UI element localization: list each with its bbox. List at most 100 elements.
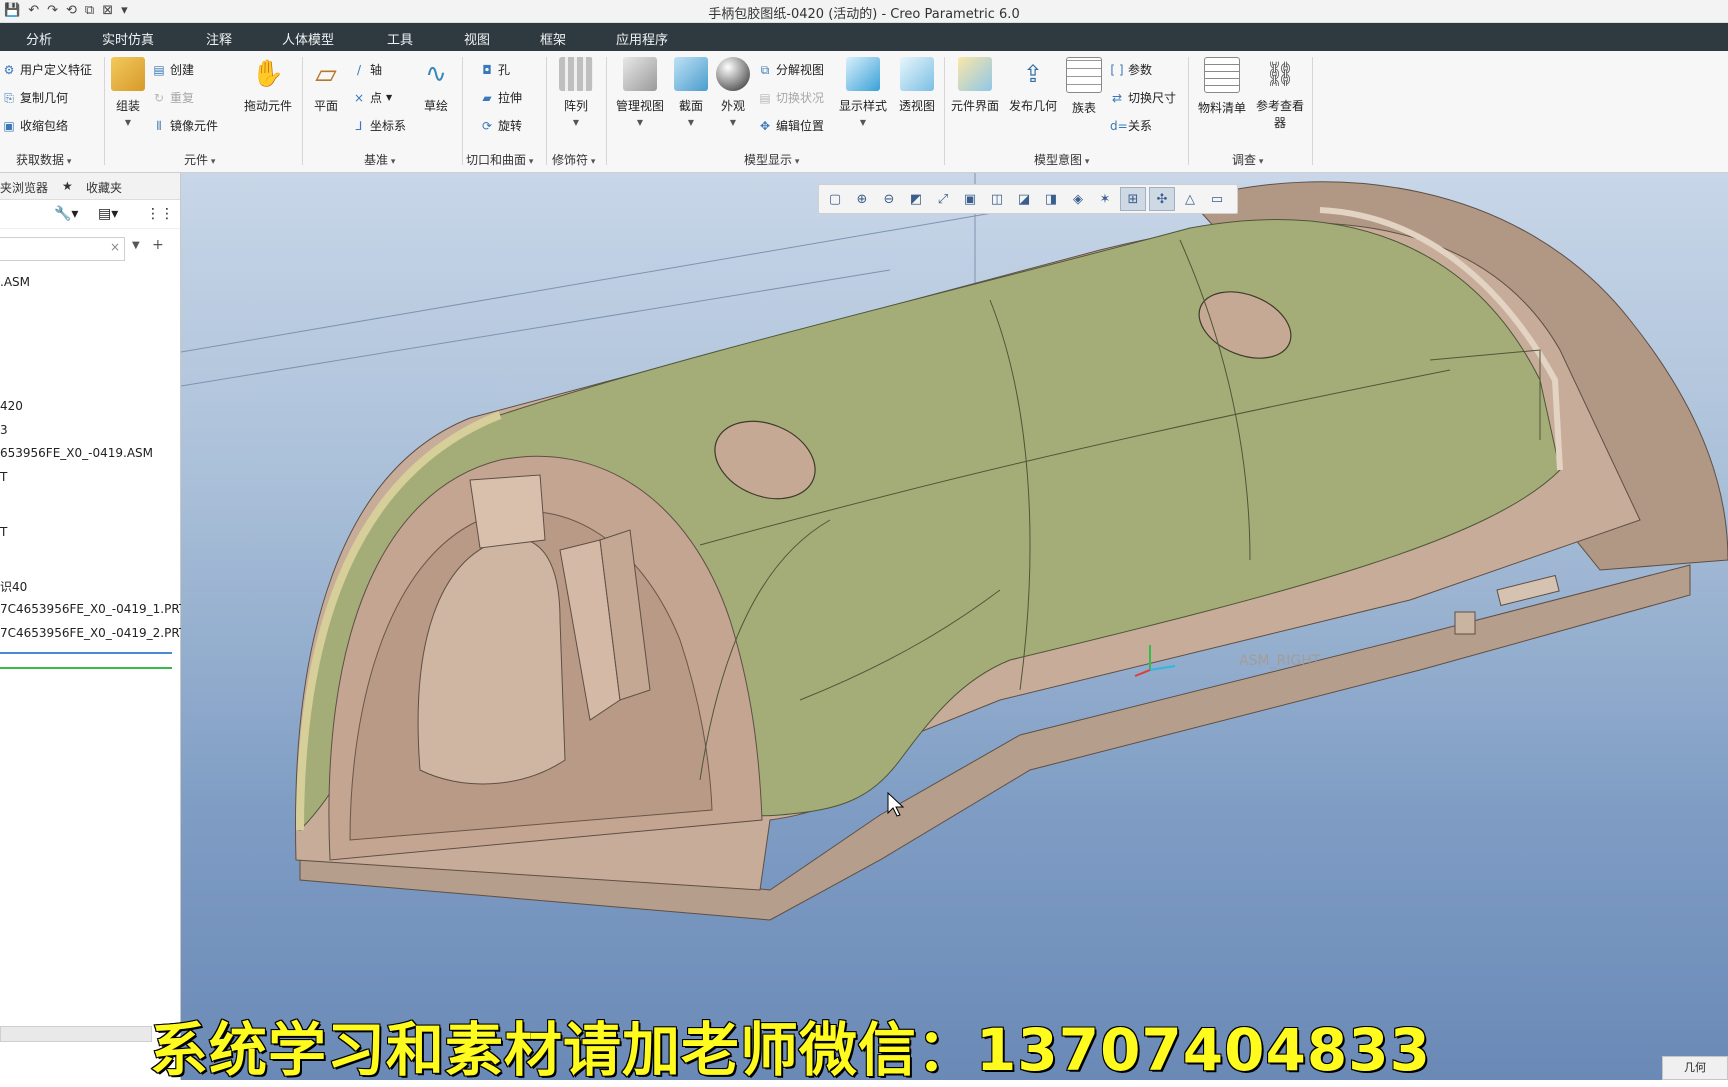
axis-button[interactable]: / 轴 <box>352 61 382 78</box>
display-style-button[interactable]: 显示样式 ▼ <box>836 57 890 127</box>
add-icon[interactable]: + <box>152 237 164 253</box>
render-icon[interactable]: ▭ <box>1205 188 1229 210</box>
horizontal-scrollbar[interactable] <box>0 1026 152 1042</box>
group-label-cut-surface[interactable]: 切口和曲面 <box>466 151 533 168</box>
switch-dimensions-button[interactable]: ⇄ 切换尺寸 <box>1110 89 1176 106</box>
zoom-out-icon[interactable]: ⊖ <box>877 188 901 210</box>
copy-geometry-button[interactable]: ⎘ 复制几何 <box>2 89 68 106</box>
datum-label: ASM_RIGHT <box>1239 653 1321 669</box>
tree-item-part-1[interactable]: 7C4653956FE_X0_-0419_1.PRT <box>0 602 186 616</box>
point-button[interactable]: × 点 ▼ <box>352 89 392 106</box>
tree-filters-icon[interactable]: ⋮⋮ <box>146 206 174 222</box>
group-label-modifiers[interactable]: 修饰符 <box>552 151 595 168</box>
clear-icon[interactable]: × <box>110 240 120 254</box>
group-label-model-display[interactable]: 模型显示 <box>744 151 799 168</box>
window-title: 手柄包胶图纸-0420 (活动的) - Creo Parametric 6.0 <box>708 7 1020 22</box>
tab-manikin[interactable]: 人体模型 <box>282 29 334 48</box>
bom-button[interactable]: 物料清单 <box>1194 57 1250 116</box>
show-icon[interactable]: ▤▾ <box>98 206 118 222</box>
shrinkwrap-icon: ▣ <box>3 118 15 133</box>
repaint-icon[interactable]: ◩ <box>904 188 928 210</box>
favorites-icon: ★ <box>62 179 73 193</box>
title-bar: 💾 ↶ ↷ ⟲ ⧉ ⊠ ▾ 手柄包胶图纸-0420 (活动的) - Creo P… <box>0 0 1728 23</box>
appearance-button[interactable]: 外观 ▼ <box>714 57 752 127</box>
tab-analysis[interactable]: 分析 <box>26 29 52 48</box>
sketch-button[interactable]: ∿ 草绘 <box>418 57 454 114</box>
section-button[interactable]: 截面 ▼ <box>672 57 710 127</box>
tree-item-asm[interactable]: .ASM <box>0 275 30 289</box>
point-display-icon[interactable]: △ <box>1178 188 1202 210</box>
group-label-component[interactable]: 元件 <box>184 151 215 168</box>
tab-favorites[interactable]: 收藏夹 <box>86 179 122 196</box>
tab-annotate[interactable]: 注释 <box>206 29 232 48</box>
perspective-button[interactable]: 透视图 <box>894 57 940 114</box>
view-normal-icon[interactable]: ▣ <box>958 188 982 210</box>
mirror-component-button[interactable]: ⫴ 镜像元件 <box>152 117 218 134</box>
tab-view[interactable]: 视图 <box>464 29 490 48</box>
repeat-button[interactable]: ↻ 重复 <box>152 89 194 106</box>
tree-item[interactable]: 420 <box>0 399 23 413</box>
csys-button[interactable]: ⅃ 坐标系 <box>352 117 406 134</box>
shrinkwrap-button[interactable]: ▣ 收缩包络 <box>2 117 68 134</box>
plane-icon: ▱ <box>315 57 337 90</box>
toggle-status-button[interactable]: ▤ 切换状况 <box>758 89 824 106</box>
group-label-get-data[interactable]: 获取数据 <box>16 151 71 168</box>
reference-viewer-button[interactable]: ⛓ 参考查看器 <box>1254 57 1306 131</box>
plane-button[interactable]: ▱ 平面 <box>308 57 344 114</box>
model-render <box>181 173 1728 921</box>
tree-item[interactable]: 识40 <box>0 578 27 595</box>
parameters-button[interactable]: [ ] 参数 <box>1110 61 1152 78</box>
explode-view-button[interactable]: ⧉ 分解视图 <box>758 61 824 78</box>
tab-applications[interactable]: 应用程序 <box>616 29 668 48</box>
hole-button[interactable]: ◘ 孔 <box>480 61 510 78</box>
insert-indicator <box>0 652 172 654</box>
manage-views-button[interactable]: 管理视图 ▼ <box>612 57 668 127</box>
tab-folder-browser[interactable]: 夹浏览器 <box>0 179 48 196</box>
udf-button[interactable]: ⚙ 用户定义特征 <box>2 61 92 78</box>
group-label-investigate[interactable]: 调查 <box>1232 151 1263 168</box>
tree-item-part-2[interactable]: 7C4653956FE_X0_-0419_2.PRT <box>0 626 186 640</box>
tree-item[interactable]: 3 <box>0 423 8 437</box>
switch-dimensions-icon: ⇄ <box>1111 90 1123 105</box>
zoom-in-icon[interactable]: ⊕ <box>850 188 874 210</box>
insert-here-line[interactable] <box>0 667 172 669</box>
tab-tools[interactable]: 工具 <box>387 29 413 48</box>
relations-button[interactable]: d= 关系 <box>1110 117 1152 134</box>
group-label-datum[interactable]: 基准 <box>364 151 395 168</box>
datum-display-icon[interactable]: ✶ <box>1093 188 1117 210</box>
csys-display-icon[interactable]: ✣ <box>1149 187 1175 211</box>
drag-component-button[interactable]: ✋ 拖动元件 <box>240 57 296 114</box>
create-button[interactable]: ▤ 创建 <box>152 61 194 78</box>
search-dropdown-icon[interactable]: ▼ <box>132 240 140 251</box>
tree-item[interactable]: T <box>0 470 7 484</box>
refit-icon[interactable]: ▢ <box>823 188 847 210</box>
extrude-button[interactable]: ▰ 拉伸 <box>480 89 522 106</box>
navigator-search-input[interactable]: × <box>0 237 125 261</box>
create-icon: ▤ <box>153 62 165 77</box>
graphics-window[interactable]: ASM_RIGHT <box>181 173 1728 1080</box>
display-style-icon <box>846 57 880 91</box>
section-icon <box>674 57 708 91</box>
edit-position-button[interactable]: ✥ 编辑位置 <box>758 117 824 134</box>
family-table-button[interactable]: 族表 <box>1064 57 1104 116</box>
saved-views-icon[interactable]: ◫ <box>985 188 1009 210</box>
assemble-button[interactable]: 组装 ▼ <box>108 57 148 127</box>
navigator-panel: 夹浏览器 ★ 收藏夹 🔧▾ ▤▾ ⋮⋮ × ▼ + .ASM 420 3 653… <box>0 173 186 1080</box>
pattern-button[interactable]: 阵列 ▼ <box>558 57 594 127</box>
view-manager-icon[interactable]: ◨ <box>1039 188 1063 210</box>
hole-icon: ◘ <box>482 62 492 77</box>
display-style-icon[interactable]: ◪ <box>1012 188 1036 210</box>
revolve-button[interactable]: ⟳ 旋转 <box>480 117 522 134</box>
tree-item[interactable]: T <box>0 525 7 539</box>
group-label-model-intent[interactable]: 模型意图 <box>1034 151 1089 168</box>
selection-filter[interactable]: 几何 <box>1662 1056 1728 1080</box>
component-interface-button[interactable]: 元件界面 <box>948 57 1002 114</box>
settings-icon[interactable]: 🔧▾ <box>54 206 78 222</box>
annotation-display-icon[interactable]: ⊞ <box>1120 187 1146 211</box>
perspective-icon[interactable]: ◈ <box>1066 188 1090 210</box>
tab-realtime-sim[interactable]: 实时仿真 <box>102 29 154 48</box>
publish-geometry-button[interactable]: ⇪ 发布几何 <box>1006 57 1060 114</box>
tab-framework[interactable]: 框架 <box>540 29 566 48</box>
spin-center-icon[interactable]: ⤢ <box>931 188 955 210</box>
tree-item[interactable]: 653956FE_X0_-0419.ASM <box>0 446 153 460</box>
